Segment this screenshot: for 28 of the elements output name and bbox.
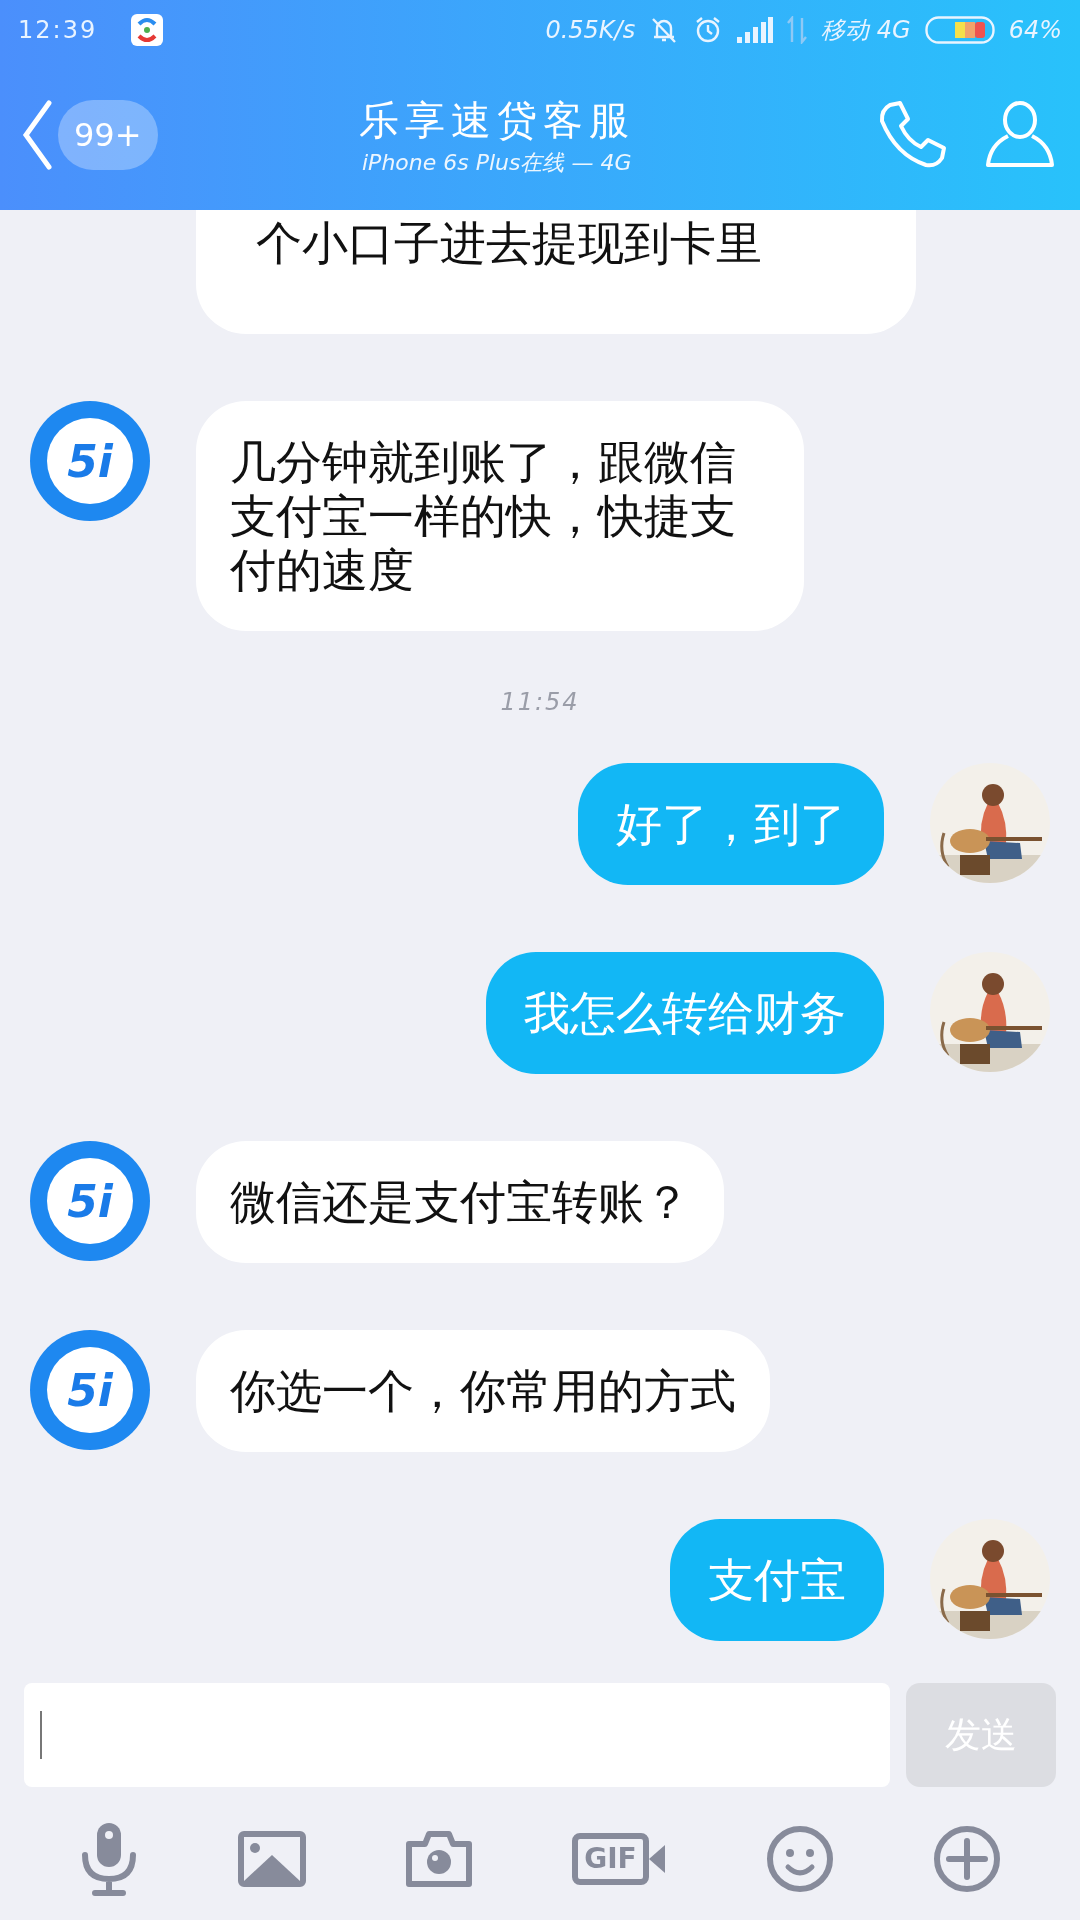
message-input[interactable] <box>24 1683 890 1787</box>
battery-icon <box>924 16 995 44</box>
message-bubble: 个小口子进去提现到卡里 <box>196 210 916 334</box>
unread-badge[interactable]: 99+ <box>58 100 158 170</box>
message-bubble: 几分钟就到账了，跟微信支付宝一样的快，快捷支付的速度 <box>196 401 804 631</box>
agent-avatar: 5i <box>30 401 150 521</box>
agent-avatar: 5i <box>30 1330 150 1450</box>
app-icon <box>131 14 164 46</box>
signal-icon <box>737 17 774 43</box>
data-arrows-icon <box>787 16 808 44</box>
message-bubble: 我怎么转给财务 <box>486 952 884 1074</box>
chat-title: 乐享速贷客服 <box>358 95 635 145</box>
message-bubble: 微信还是支付宝转账？ <box>196 1141 724 1263</box>
status-time: 12:39 <box>18 16 98 44</box>
camera-icon[interactable] <box>405 1829 474 1888</box>
timestamp: 11:54 <box>500 688 580 716</box>
network-speed: 0.55K/s <box>545 16 636 44</box>
back-icon[interactable] <box>22 100 52 170</box>
image-icon[interactable] <box>238 1830 307 1887</box>
message-bubble: 支付宝 <box>670 1519 884 1641</box>
battery-percent: 64% <box>1008 16 1062 44</box>
emoji-icon[interactable] <box>765 1824 834 1893</box>
add-icon[interactable] <box>932 1824 1001 1893</box>
message-bubble: 好了，到了 <box>578 763 884 885</box>
message-bubble: 你选一个，你常用的方式 <box>196 1330 770 1452</box>
chat-subtitle: iPhone 6s Plus在线 — 4G <box>362 148 632 177</box>
carrier-label: 移动 4G <box>821 15 911 46</box>
agent-avatar: 5i <box>30 1141 150 1261</box>
